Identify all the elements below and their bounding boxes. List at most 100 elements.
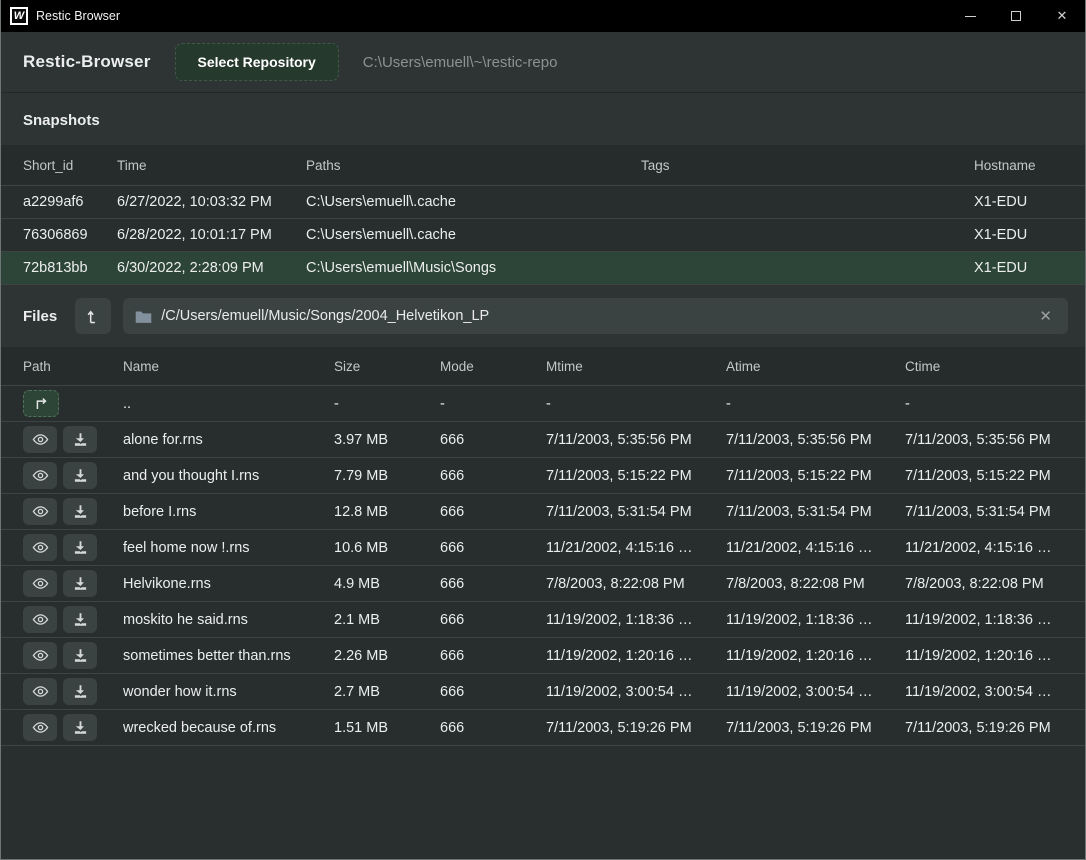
column-header-path: Path (23, 359, 123, 374)
eye-icon (32, 613, 49, 626)
download-icon (73, 720, 88, 735)
download-icon (73, 432, 88, 447)
snapshot-row[interactable]: 76306869 6/28/2022, 10:01:17 PM C:\Users… (1, 218, 1085, 251)
open-parent-directory-button[interactable] (23, 390, 59, 417)
file-mtime: 7/11/2003, 5:35:56 PM (546, 432, 726, 448)
file-ctime: 11/19/2002, 1:20:16 … (905, 648, 1063, 664)
download-file-button[interactable] (63, 426, 97, 453)
column-header-hostname: Hostname (974, 158, 1063, 173)
enter-directory-icon (33, 396, 50, 411)
files-table: Path Name Size Mode Mtime Atime Ctime ..… (1, 347, 1085, 746)
file-mode: 666 (440, 684, 546, 700)
column-header-paths: Paths (306, 158, 641, 173)
preview-file-button[interactable] (23, 462, 57, 489)
download-icon (73, 468, 88, 483)
file-ctime: 7/11/2003, 5:15:22 PM (905, 468, 1063, 484)
file-ctime: - (905, 396, 1063, 412)
preview-file-button[interactable] (23, 678, 57, 705)
download-file-button[interactable] (63, 606, 97, 633)
titlebar: W Restic Browser ✕ (1, 0, 1085, 32)
download-file-button[interactable] (63, 498, 97, 525)
download-file-button[interactable] (63, 534, 97, 561)
file-ctime: 11/19/2002, 3:00:54 … (905, 684, 1063, 700)
snapshot-time: 6/28/2022, 10:01:17 PM (117, 227, 306, 243)
file-atime: 7/11/2003, 5:31:54 PM (726, 504, 905, 520)
up-level-icon (85, 308, 102, 325)
maximize-icon (1011, 11, 1021, 21)
file-row: moskito he said.rns 2.1 MB 666 11/19/200… (1, 601, 1085, 637)
download-file-button[interactable] (63, 462, 97, 489)
eye-icon (32, 649, 49, 662)
download-icon (73, 612, 88, 627)
repository-path-field[interactable]: C:\Users\emuell\~\restic-repo (363, 54, 558, 71)
file-mode: 666 (440, 648, 546, 664)
snapshot-short-id: a2299af6 (23, 194, 117, 210)
file-name: feel home now !.rns (123, 540, 334, 556)
download-icon (73, 684, 88, 699)
file-size: 7.79 MB (334, 468, 440, 484)
preview-file-button[interactable] (23, 714, 57, 741)
file-name: and you thought I.rns (123, 468, 334, 484)
current-path-input[interactable]: /C/Users/emuell/Music/Songs/2004_Helveti… (123, 298, 1068, 334)
maximize-button[interactable] (993, 0, 1039, 32)
snapshot-row[interactable]: 72b813bb 6/30/2022, 2:28:09 PM C:\Users\… (1, 251, 1085, 284)
preview-file-button[interactable] (23, 498, 57, 525)
download-file-button[interactable] (63, 570, 97, 597)
file-mtime: 7/11/2003, 5:31:54 PM (546, 504, 726, 520)
file-mtime: 7/11/2003, 5:19:26 PM (546, 720, 726, 736)
file-atime: 11/21/2002, 4:15:16 … (726, 540, 905, 556)
file-mode: 666 (440, 612, 546, 628)
file-name: .. (123, 396, 334, 412)
download-icon (73, 504, 88, 519)
snapshot-hostname: X1-EDU (974, 227, 1063, 243)
column-header-name: Name (123, 359, 334, 374)
file-size: 4.9 MB (334, 576, 440, 592)
close-button[interactable]: ✕ (1039, 0, 1085, 32)
snapshot-time: 6/30/2022, 2:28:09 PM (117, 260, 306, 276)
select-repository-button[interactable]: Select Repository (175, 43, 339, 81)
download-file-button[interactable] (63, 678, 97, 705)
file-name: before I.rns (123, 504, 334, 520)
app-window: W Restic Browser ✕ Restic-Browser Select… (0, 0, 1086, 860)
file-mode: 666 (440, 504, 546, 520)
file-ctime: 11/21/2002, 4:15:16 … (905, 540, 1063, 556)
download-icon (73, 648, 88, 663)
file-ctime: 7/11/2003, 5:19:26 PM (905, 720, 1063, 736)
file-size: 10.6 MB (334, 540, 440, 556)
folder-icon (135, 309, 152, 324)
snapshot-row[interactable]: a2299af6 6/27/2022, 10:03:32 PM C:\Users… (1, 185, 1085, 218)
snapshots-section-heading: Snapshots (1, 92, 1085, 145)
snapshot-time: 6/27/2022, 10:03:32 PM (117, 194, 306, 210)
file-mode: 666 (440, 720, 546, 736)
download-file-button[interactable] (63, 642, 97, 669)
column-header-tags: Tags (641, 158, 974, 173)
file-name: Helvikone.rns (123, 576, 334, 592)
column-header-size: Size (334, 359, 440, 374)
snapshot-short-id: 72b813bb (23, 260, 117, 276)
file-size: 1.51 MB (334, 720, 440, 736)
file-ctime: 7/8/2003, 8:22:08 PM (905, 576, 1063, 592)
file-name: alone for.rns (123, 432, 334, 448)
download-file-button[interactable] (63, 714, 97, 741)
preview-file-button[interactable] (23, 642, 57, 669)
clear-path-button[interactable]: ✕ (1035, 305, 1056, 327)
file-name: wonder how it.rns (123, 684, 334, 700)
eye-icon (32, 469, 49, 482)
preview-file-button[interactable] (23, 534, 57, 561)
column-header-mode: Mode (440, 359, 546, 374)
up-directory-button[interactable] (75, 298, 111, 334)
snapshots-heading-label: Snapshots (23, 112, 100, 129)
file-atime: 7/11/2003, 5:15:22 PM (726, 468, 905, 484)
file-row: and you thought I.rns 7.79 MB 666 7/11/2… (1, 457, 1085, 493)
preview-file-button[interactable] (23, 426, 57, 453)
file-mtime: - (546, 396, 726, 412)
column-header-time: Time (117, 158, 306, 173)
file-mode: - (440, 396, 546, 412)
minimize-button[interactable] (947, 0, 993, 32)
files-bar: Files /C/Users/emuell/Music/Songs/2004_H… (1, 284, 1085, 347)
file-atime: 11/19/2002, 1:18:36 … (726, 612, 905, 628)
preview-file-button[interactable] (23, 606, 57, 633)
snapshots-table-header: Short_id Time Paths Tags Hostname (1, 145, 1085, 185)
preview-file-button[interactable] (23, 570, 57, 597)
file-mode: 666 (440, 576, 546, 592)
